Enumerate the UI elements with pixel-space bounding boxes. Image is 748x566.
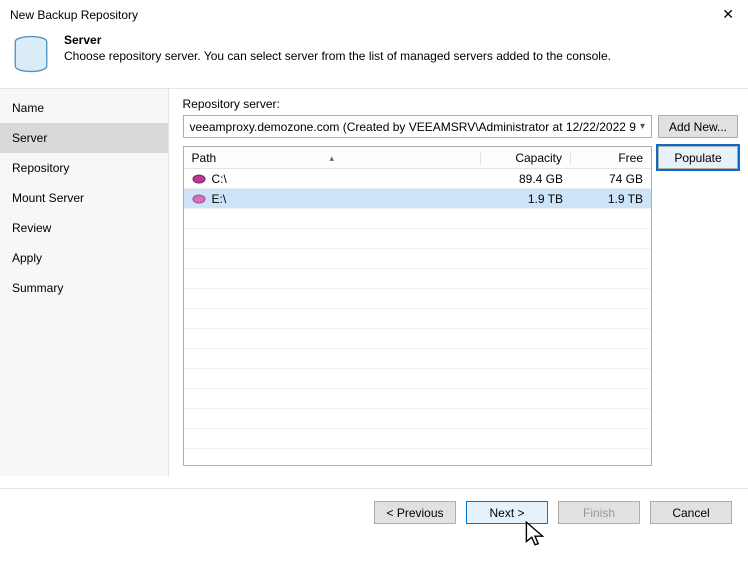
- wizard-header: Server Choose repository server. You can…: [0, 27, 748, 88]
- repo-server-value: veeamproxy.demozone.com (Created by VEEA…: [190, 120, 636, 134]
- sidebar-item-server[interactable]: Server: [0, 123, 168, 153]
- repository-icon: [10, 33, 52, 78]
- cancel-button[interactable]: Cancel: [650, 501, 732, 524]
- grid-empty-rows: [184, 209, 651, 465]
- cell-path: E:\: [212, 192, 227, 206]
- cell-path: C:\: [212, 172, 227, 186]
- drive-icon: [192, 174, 206, 184]
- repo-server-label: Repository server:: [183, 97, 738, 111]
- sidebar-item-summary[interactable]: Summary: [0, 273, 168, 303]
- header-title: Server: [64, 33, 611, 47]
- finish-button: Finish: [558, 501, 640, 524]
- col-header-free[interactable]: Free: [571, 151, 651, 165]
- table-row[interactable]: C:\ 89.4 GB 74 GB: [184, 169, 651, 189]
- sort-asc-icon: ▴: [329, 153, 334, 164]
- next-button[interactable]: Next >: [466, 501, 548, 524]
- sidebar-item-mount-server[interactable]: Mount Server: [0, 183, 168, 213]
- main-area: Name Server Repository Mount Server Revi…: [0, 88, 748, 476]
- sidebar-item-review[interactable]: Review: [0, 213, 168, 243]
- close-icon[interactable]: ✕: [718, 6, 738, 23]
- sidebar-item-apply[interactable]: Apply: [0, 243, 168, 273]
- cell-capacity: 89.4 GB: [481, 172, 571, 186]
- col-header-capacity[interactable]: Capacity: [481, 151, 571, 165]
- window-title: New Backup Repository: [10, 8, 138, 22]
- wizard-sidebar: Name Server Repository Mount Server Revi…: [0, 89, 169, 476]
- content-panel: Repository server: veeamproxy.demozone.c…: [169, 89, 748, 476]
- col-header-path[interactable]: Path ▴: [184, 151, 481, 165]
- cell-free: 74 GB: [571, 172, 651, 186]
- drive-icon: [192, 194, 206, 204]
- grid-body: C:\ 89.4 GB 74 GB E:\ 1.9 TB 1: [184, 169, 651, 465]
- previous-button[interactable]: < Previous: [374, 501, 456, 524]
- sidebar-item-name[interactable]: Name: [0, 93, 168, 123]
- chevron-down-icon: ▾: [640, 121, 645, 132]
- header-subtitle: Choose repository server. You can select…: [64, 49, 611, 63]
- drives-grid: Path ▴ Capacity Free C:\ 89.4: [183, 146, 652, 466]
- populate-button[interactable]: Populate: [658, 146, 738, 169]
- wizard-footer: < Previous Next > Finish Cancel: [0, 488, 748, 536]
- add-new-button[interactable]: Add New...: [658, 115, 738, 138]
- sidebar-item-repository[interactable]: Repository: [0, 153, 168, 183]
- grid-header: Path ▴ Capacity Free: [184, 147, 651, 169]
- titlebar: New Backup Repository ✕: [0, 0, 748, 27]
- repo-server-combo[interactable]: veeamproxy.demozone.com (Created by VEEA…: [183, 115, 652, 138]
- cell-capacity: 1.9 TB: [481, 192, 571, 206]
- cell-free: 1.9 TB: [571, 192, 651, 206]
- table-row[interactable]: E:\ 1.9 TB 1.9 TB: [184, 189, 651, 209]
